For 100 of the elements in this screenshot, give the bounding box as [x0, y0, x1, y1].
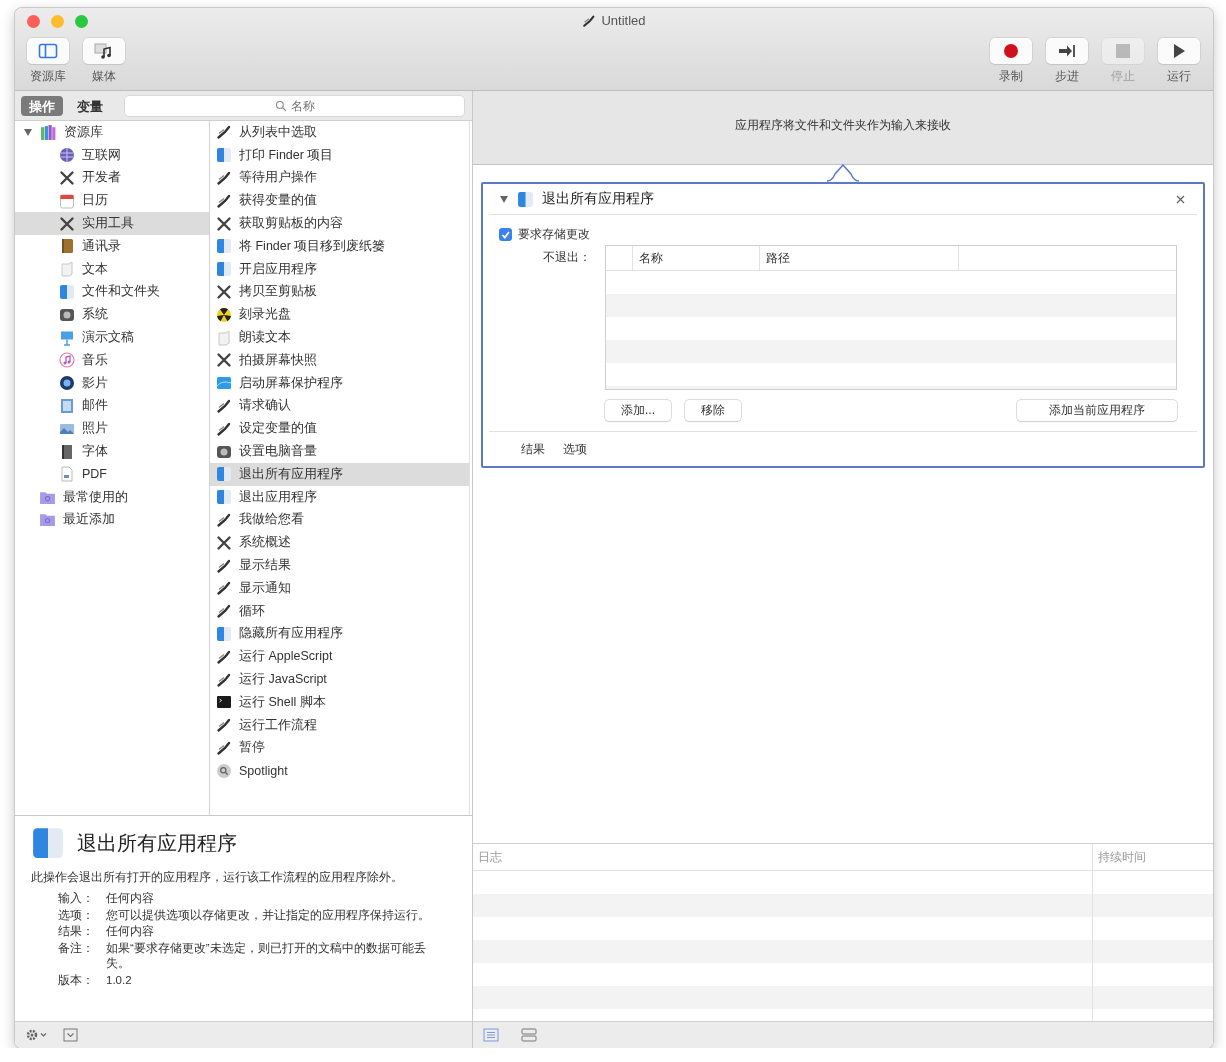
- search-field[interactable]: 名称: [125, 95, 464, 116]
- robot-arm-icon: [216, 671, 232, 688]
- sidebar-panel-button[interactable]: [27, 38, 69, 64]
- globe-icon: [59, 147, 75, 164]
- font-book-icon: [59, 443, 75, 460]
- pdf-file-icon: [59, 466, 75, 483]
- robot-arm-icon: [582, 13, 597, 28]
- action-button[interactable]: 添加...: [605, 400, 671, 421]
- action-item[interactable]: 设置电脑音量: [210, 440, 469, 463]
- library-item[interactable]: 字体: [15, 440, 209, 463]
- action-item[interactable]: 暂停: [210, 736, 469, 760]
- action-item[interactable]: 刻录光盘: [210, 303, 469, 327]
- action-item[interactable]: 退出所有应用程序: [210, 462, 469, 486]
- tab[interactable]: 变量: [69, 95, 111, 116]
- action-item[interactable]: 请求确认: [210, 394, 469, 418]
- action-item[interactable]: 运行 JavaScript: [210, 668, 469, 691]
- library-item[interactable]: 最常使用的: [15, 485, 209, 509]
- play-button[interactable]: [1158, 38, 1200, 64]
- input-note: 应用程序将文件和文件夹作为输入来接收: [735, 117, 951, 134]
- robot-arm-icon: [216, 603, 232, 620]
- record-button[interactable]: [990, 38, 1032, 64]
- system-icon: [59, 306, 75, 323]
- crossed-tools-icon: [216, 283, 232, 300]
- robot-arm-icon: [216, 397, 232, 414]
- close-icon: [1176, 194, 1185, 204]
- action-item[interactable]: Spotlight: [210, 759, 469, 783]
- system-icon: [216, 443, 232, 460]
- crossed-tools-icon: [216, 215, 232, 232]
- library-item[interactable]: 照片: [15, 417, 209, 441]
- toolbar-label: 录制: [999, 68, 1023, 85]
- action-item[interactable]: 开启应用程序: [210, 257, 469, 281]
- finder-icon: [216, 489, 232, 506]
- library-item[interactable]: PDF: [15, 462, 209, 486]
- action-item[interactable]: 将 Finder 项目移到废纸篓: [210, 235, 469, 258]
- library-item[interactable]: 开发者: [15, 166, 209, 190]
- close-button[interactable]: [27, 15, 40, 28]
- finder-icon: [216, 261, 232, 278]
- action-item[interactable]: 隐藏所有应用程序: [210, 622, 469, 646]
- library-item[interactable]: 音乐: [15, 348, 209, 372]
- library-item[interactable]: 实用工具: [15, 212, 209, 235]
- action-item[interactable]: 设定变量的值: [210, 417, 469, 441]
- action-item[interactable]: 我做给您看: [210, 508, 469, 532]
- action-item[interactable]: 拷贝至剪贴板: [210, 280, 469, 304]
- library-item[interactable]: 邮件: [15, 394, 209, 418]
- smart-folder-icon: [39, 511, 56, 529]
- field-label: 选项：: [58, 907, 95, 923]
- action-item[interactable]: 启动屏幕保护程序: [210, 371, 469, 395]
- action-item[interactable]: 拍摄屏幕快照: [210, 348, 469, 372]
- action-item[interactable]: 朗读文本: [210, 326, 469, 349]
- action-item[interactable]: 运行 Shell 脚本: [210, 690, 469, 714]
- action-item[interactable]: 获得变量的值: [210, 189, 469, 213]
- library-item[interactable]: 演示文稿: [15, 326, 209, 349]
- action-button[interactable]: 添加当前应用程序: [1017, 400, 1177, 421]
- toolbar-label: 媒体: [92, 68, 116, 85]
- action-item[interactable]: 打印 Finder 项目: [210, 143, 469, 167]
- robot-arm-icon: [216, 192, 232, 209]
- radiation-icon: [216, 306, 232, 323]
- action-item[interactable]: 获取剪贴板的内容: [210, 212, 469, 235]
- action-title: 退出所有应用程序: [542, 190, 655, 208]
- action-item[interactable]: 运行 AppleScript: [210, 645, 469, 669]
- presentation-icon: [59, 329, 75, 346]
- finder-icon: [31, 826, 65, 860]
- library-item[interactable]: 通讯录: [15, 235, 209, 258]
- sidebar-panel-icon: [38, 42, 58, 60]
- action-item[interactable]: 系统概述: [210, 531, 469, 555]
- field-value: 1.0.2: [106, 972, 133, 988]
- action-item[interactable]: 循环: [210, 599, 469, 623]
- library-item[interactable]: 资源库: [15, 121, 209, 144]
- library-item[interactable]: 互联网: [15, 143, 209, 167]
- action-item[interactable]: 退出应用程序: [210, 485, 469, 509]
- library-item[interactable]: 影片: [15, 371, 209, 395]
- action-item[interactable]: 显示通知: [210, 576, 469, 600]
- action-item[interactable]: 从列表中选取: [210, 121, 469, 144]
- crossed-tools-icon: [216, 534, 232, 551]
- music-media-button[interactable]: [83, 38, 125, 64]
- checkbox[interactable]: [499, 228, 512, 241]
- column-header: 日志: [473, 844, 1093, 870]
- action-item[interactable]: 等待用户操作: [210, 166, 469, 190]
- music-media-icon: [94, 42, 114, 60]
- library-item[interactable]: 最近添加: [15, 508, 209, 532]
- step-arrow-button[interactable]: [1046, 38, 1088, 64]
- library-item[interactable]: 系统: [15, 303, 209, 327]
- footer-tab[interactable]: 选项: [557, 439, 593, 460]
- spotlight-icon: [216, 762, 232, 779]
- checkbox-label[interactable]: 要求存储更改: [518, 226, 590, 243]
- music-note-icon: [59, 352, 75, 369]
- field-value: 您可以提供选项以存储更改，并让指定的应用程序保持运行。: [106, 907, 431, 923]
- crossed-tools-icon: [59, 170, 75, 186]
- colored-books-icon: [40, 123, 57, 141]
- action-button[interactable]: 移除: [685, 400, 741, 421]
- record-icon: [1001, 42, 1021, 60]
- tab[interactable]: 操作: [21, 95, 63, 116]
- footer-tab[interactable]: 结果: [515, 439, 551, 460]
- action-item[interactable]: 显示结果: [210, 554, 469, 577]
- library-item[interactable]: 文本: [15, 257, 209, 281]
- library-item[interactable]: 日历: [15, 189, 209, 213]
- action-item[interactable]: 运行工作流程: [210, 713, 469, 737]
- terminal-icon: [216, 694, 232, 711]
- library-item[interactable]: 文件和文件夹: [15, 280, 209, 304]
- disclosure-triangle-icon[interactable]: [499, 194, 509, 204]
